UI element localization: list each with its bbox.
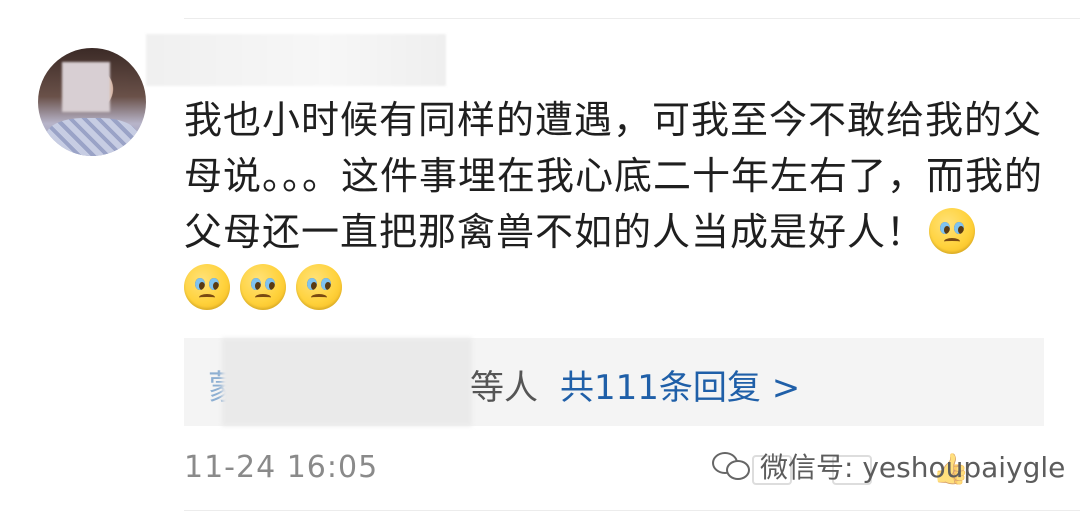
comment-text: 我也小时候有同样的遭遇，可我至今不敢给我的父母说。。。这件事埋在我心底二十年左右… xyxy=(184,98,1044,254)
watermark-text: 微信号: yeshoupaiygle xyxy=(760,451,1066,484)
avatar[interactable] xyxy=(38,48,146,156)
avatar-shoulder xyxy=(46,118,138,156)
crying-face-icon xyxy=(184,264,230,310)
crying-face-icon xyxy=(296,264,342,310)
username-blurred[interactable] xyxy=(146,34,446,86)
reply-users-blurred xyxy=(222,338,472,426)
reply-users-suffix: 等人 xyxy=(470,368,538,408)
top-divider xyxy=(184,18,1080,19)
view-replies-link[interactable]: 共111条回复 > xyxy=(560,360,800,409)
reply-summary-box[interactable]: 蒙 等人 共111条回复 > xyxy=(184,338,1044,426)
avatar-blur-mask xyxy=(62,62,110,112)
crying-face-icon xyxy=(929,208,976,254)
comment-timestamp: 11-24 16:05 xyxy=(184,450,379,485)
bottom-divider xyxy=(184,510,1080,511)
comment-body: 我也小时候有同样的遭遇，可我至今不敢给我的父母说。。。这件事埋在我心底二十年左右… xyxy=(184,92,1056,316)
crying-face-icon xyxy=(240,264,286,310)
wechat-icon xyxy=(712,450,752,482)
wechat-watermark: 微信号: yeshoupaiygle xyxy=(712,444,1065,488)
